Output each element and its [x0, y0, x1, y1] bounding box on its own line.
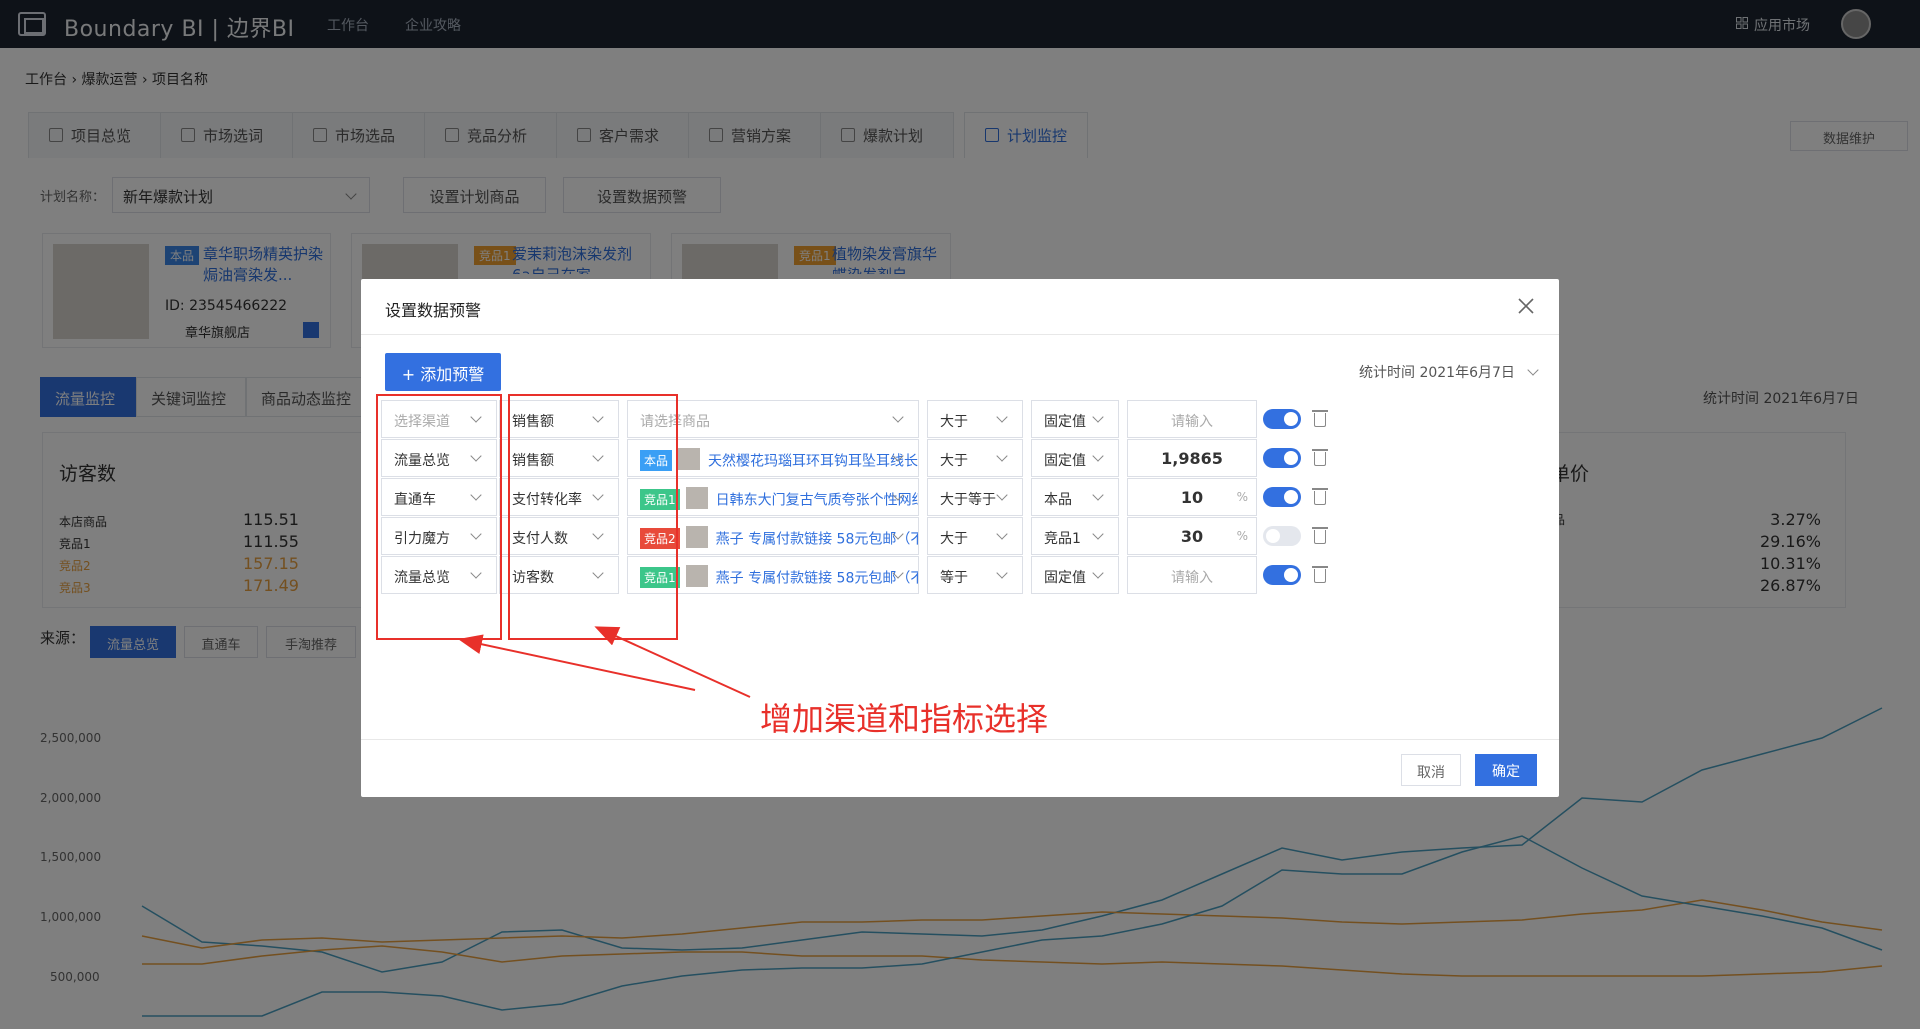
- annotation-arrows: [458, 626, 751, 698]
- annotation-text: 增加渠道和指标选择: [760, 700, 1049, 738]
- annotation-arrow: [458, 634, 696, 691]
- annotation-arrow: [594, 626, 751, 698]
